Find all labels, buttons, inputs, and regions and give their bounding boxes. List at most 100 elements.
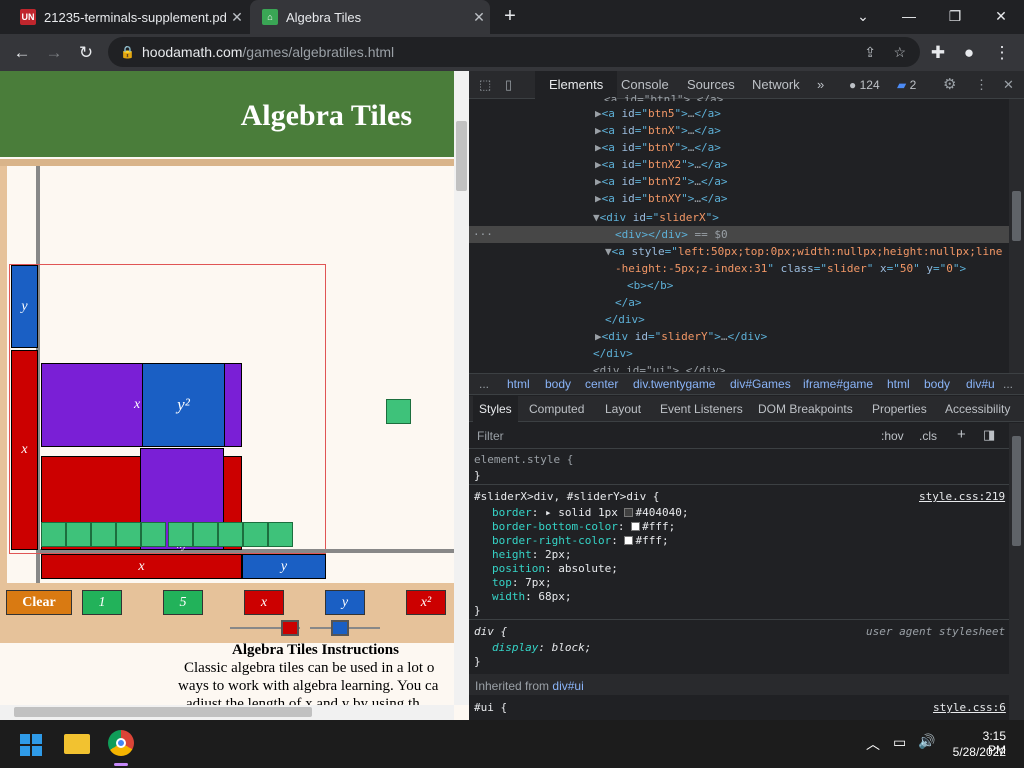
new-rule-plus-icon[interactable]: + [957, 426, 966, 443]
dom-node[interactable]: </div> [605, 313, 645, 326]
css-selector[interactable]: element.style { [474, 453, 573, 466]
dom-node[interactable]: <div id="ui">…</div> [593, 364, 725, 372]
css-source-link[interactable]: style.css:6 [933, 701, 1006, 714]
css-property[interactable]: border: ▸ solid 1px #404040; [492, 506, 688, 519]
css-property[interactable]: top: 7px; [492, 576, 552, 589]
y-slider-handle[interactable] [331, 620, 349, 636]
tab-styles[interactable]: Styles [473, 396, 518, 422]
message-count-badge[interactable]: ▰ 2 [897, 71, 916, 99]
dom-node-slidery[interactable]: ▶<div id="sliderY">…</div> [595, 330, 767, 343]
add-x-squared-button[interactable]: x² [406, 590, 446, 615]
dom-node-slider-a[interactable]: ▼<a style="left:50px;top:0px;width:nullp… [605, 245, 1002, 258]
profile-avatar-icon[interactable]: ● [955, 39, 983, 67]
css-selector[interactable]: div { [474, 625, 507, 638]
file-explorer-icon[interactable] [64, 734, 90, 754]
dom-node[interactable]: ▶<a id="btn5">…</a> [595, 107, 721, 120]
toggle-sidebar-icon[interactable]: ◨ [983, 427, 995, 443]
breadcrumb-item[interactable]: html [507, 377, 530, 391]
reload-icon[interactable]: ↻ [72, 39, 100, 67]
unit-tile[interactable] [91, 522, 116, 547]
tab-search-icon[interactable]: ⌄ [840, 0, 886, 34]
error-count-badge[interactable]: ● 124 [849, 71, 880, 99]
breadcrumb-item[interactable]: iframe#game [803, 377, 873, 391]
close-window-button[interactable]: ✕ [978, 0, 1024, 34]
add-y-button[interactable]: y [325, 590, 365, 615]
unit-tile[interactable] [66, 522, 91, 547]
volume-icon[interactable]: 🔊 [918, 733, 935, 750]
cls-toggle[interactable]: .cls [919, 429, 937, 443]
unit-tile[interactable] [193, 522, 218, 547]
x-tile-vertical[interactable]: x [11, 350, 38, 550]
tab-properties[interactable]: Properties [872, 396, 927, 422]
tab-dom-breakpoints[interactable]: DOM Breakpoints [758, 396, 853, 422]
styles-scroll-thumb[interactable] [1012, 436, 1021, 546]
tab-accessibility[interactable]: Accessibility [945, 396, 1010, 422]
forward-arrow-icon[interactable]: → [40, 39, 68, 67]
add-x-button[interactable]: x [244, 590, 284, 615]
dom-node[interactable]: <b></b> [627, 279, 673, 292]
tab-algebra-tiles[interactable]: ⌂ Algebra Tiles ✕ [250, 0, 490, 34]
unit-tile[interactable] [243, 522, 268, 547]
clock-date[interactable]: 5/28/2022 [948, 745, 1006, 759]
windows-start-icon[interactable] [20, 734, 42, 756]
css-property[interactable]: border-bottom-color: #fff; [492, 520, 675, 533]
extensions-puzzle-icon[interactable]: ✚ [924, 39, 952, 67]
unit-tile[interactable] [41, 522, 66, 547]
node-options-icon[interactable]: ··· [473, 228, 493, 241]
breadcrumb-item[interactable]: div#u [966, 377, 995, 391]
y-squared-tile[interactable]: y² [142, 363, 225, 447]
add-one-button[interactable]: 1 [82, 590, 122, 615]
breadcrumb-item[interactable]: body [545, 377, 571, 391]
restore-button[interactable]: ❐ [932, 0, 978, 34]
dom-node[interactable]: ▶<a id="btnX">…</a> [595, 124, 721, 137]
x-tile-horizontal[interactable]: x [41, 554, 242, 579]
css-source-link[interactable]: style.css:219 [919, 490, 1005, 503]
dom-node[interactable]: <a id="btn1">…</a> [604, 93, 723, 101]
dom-node[interactable]: ▶<a id="btnX2">…</a> [595, 158, 728, 171]
share-icon[interactable]: ⇪ [864, 44, 876, 61]
close-tab-icon[interactable]: ✕ [226, 9, 248, 26]
dom-node-sliderx[interactable]: ▼<div id="sliderX"> [593, 211, 719, 224]
tab-layout[interactable]: Layout [605, 396, 641, 422]
breadcrumb-item[interactable]: html [887, 377, 910, 391]
inspect-element-icon[interactable]: ⬚ [479, 71, 491, 99]
more-tabs-button[interactable]: » [817, 71, 824, 99]
y-tile-horizontal[interactable]: y [242, 554, 326, 579]
tab-pdf[interactable]: UN 21235-terminals-supplement.pdf ✕ [8, 0, 248, 34]
close-devtools-icon[interactable]: ✕ [1003, 71, 1014, 99]
dom-node[interactable]: ▶<a id="btnXY">…</a> [595, 192, 728, 205]
breadcrumb-item[interactable]: ... [479, 377, 489, 391]
dom-node[interactable]: </div> [593, 347, 633, 360]
address-bar[interactable]: 🔒 hoodamath.com/games/algebratiles.html … [108, 37, 920, 67]
unit-tile[interactable] [386, 399, 411, 424]
network-icon[interactable]: ▭ [893, 734, 906, 751]
unit-tile[interactable] [268, 522, 293, 547]
dom-node-slider-a[interactable]: -height:-5px;z-index:31" class="slider" … [615, 262, 966, 275]
clear-button[interactable]: Clear [6, 590, 72, 615]
back-arrow-icon[interactable]: ← [8, 39, 36, 67]
page-vertical-scroll-thumb[interactable] [456, 121, 467, 191]
bookmark-star-icon[interactable]: ☆ [893, 44, 906, 61]
breadcrumb-item[interactable]: ... [1003, 377, 1013, 391]
tab-event-listeners[interactable]: Event Listeners [660, 396, 743, 422]
css-property[interactable]: width: 68px; [492, 590, 572, 603]
chevron-up-icon[interactable]: ︿ [866, 734, 880, 754]
dom-node[interactable]: ▶<a id="btnY">…</a> [595, 141, 721, 154]
filter-input[interactable]: Filter [477, 429, 504, 443]
breadcrumb-item[interactable]: div.twentygame [633, 377, 715, 391]
css-property[interactable]: position: absolute; [492, 562, 618, 575]
close-tab-icon[interactable]: ✕ [468, 9, 490, 26]
color-swatch[interactable] [631, 522, 641, 531]
tile-board[interactable]: y x x y² xy x y [0, 166, 454, 586]
color-swatch[interactable] [624, 508, 634, 517]
css-property[interactable]: height: 2px; [492, 548, 572, 561]
dom-node[interactable]: ▶<a id="btnY2">…</a> [595, 175, 728, 188]
settings-gear-icon[interactable]: ⚙ [943, 71, 956, 99]
page-horizontal-scroll-thumb[interactable] [14, 707, 312, 717]
tab-network[interactable]: Network [752, 71, 800, 99]
css-property[interactable]: border-right-color: #fff; [492, 534, 669, 547]
device-toolbar-icon[interactable]: ▯ [505, 71, 512, 99]
y-tile-vertical[interactable]: y [11, 265, 38, 348]
breadcrumb-item[interactable]: body [924, 377, 950, 391]
unit-tile[interactable] [168, 522, 193, 547]
